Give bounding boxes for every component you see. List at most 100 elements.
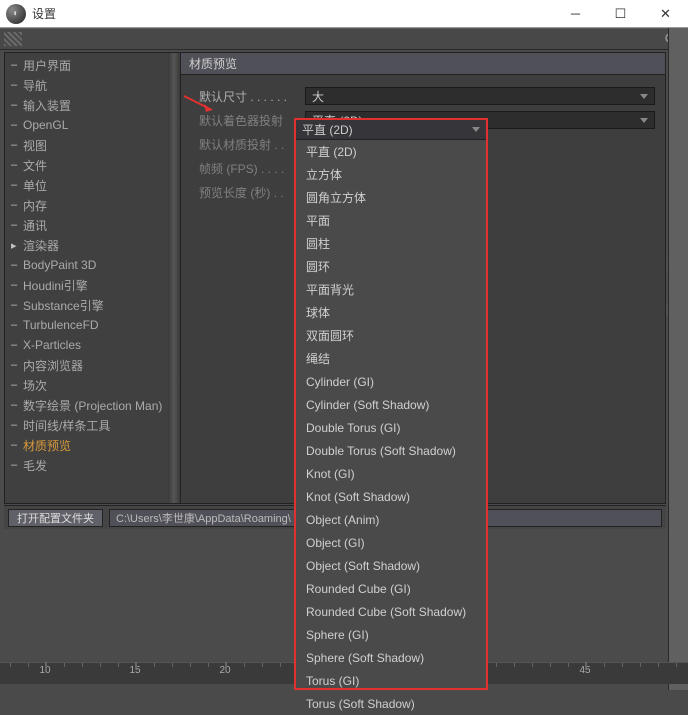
label-material-projection: 默认材质投射 . . xyxy=(199,136,305,153)
ruler-minor-tick xyxy=(28,663,29,667)
ruler-minor-tick xyxy=(568,663,569,667)
dropdown-option-4[interactable]: 圆柱 xyxy=(296,232,486,255)
tree-dash-icon: – xyxy=(11,379,23,391)
dropdown-option-2[interactable]: 圆角立方体 xyxy=(296,186,486,209)
ruler-minor-tick xyxy=(640,663,641,667)
sidebar-item-label: 通讯 xyxy=(23,217,47,234)
sidebar-item-label: Houdini引擎 xyxy=(23,277,88,294)
dropdown-option-9[interactable]: 绳结 xyxy=(296,347,486,370)
dropdown-option-20[interactable]: Rounded Cube (Soft Shadow) xyxy=(296,600,486,623)
sidebar-item-label: 文件 xyxy=(23,157,47,174)
dropdown-option-14[interactable]: Knot (GI) xyxy=(296,462,486,485)
expand-icon: ▸ xyxy=(11,239,23,252)
sidebar-item-15[interactable]: –内容浏览器 xyxy=(5,355,168,375)
dropdown-option-22[interactable]: Sphere (Soft Shadow) xyxy=(296,646,486,669)
tree-dash-icon: – xyxy=(11,279,23,291)
ruler-minor-tick xyxy=(82,663,83,667)
ruler-minor-tick xyxy=(622,663,623,667)
tree-dash-icon: – xyxy=(11,359,23,371)
dropdown-option-11[interactable]: Cylinder (Soft Shadow) xyxy=(296,393,486,416)
sidebar-item-0[interactable]: –用户界面 xyxy=(5,55,168,75)
dropdown-option-18[interactable]: Object (Soft Shadow) xyxy=(296,554,486,577)
field-default-size: 默认尺寸 . . . . . . 大 xyxy=(199,85,655,107)
dropdown-option-17[interactable]: Object (GI) xyxy=(296,531,486,554)
sidebar-item-8[interactable]: –通讯 xyxy=(5,215,168,235)
tree-dash-icon: – xyxy=(11,99,23,111)
dropdown-option-13[interactable]: Double Torus (Soft Shadow) xyxy=(296,439,486,462)
dropdown-option-3[interactable]: 平面 xyxy=(296,209,486,232)
ruler-tick: 15 xyxy=(129,665,140,676)
dropdown-option-23[interactable]: Torus (GI) xyxy=(296,669,486,692)
ruler-minor-tick xyxy=(550,663,551,667)
input-default-size[interactable]: 大 xyxy=(305,87,655,105)
dropdown-option-7[interactable]: 球体 xyxy=(296,301,486,324)
ruler-tick: 10 xyxy=(39,665,50,676)
sidebar-item-17[interactable]: –数字绘景 (Projection Man) xyxy=(5,395,168,415)
dropdown-selected[interactable]: 平直 (2D) xyxy=(296,120,486,140)
dropdown-option-10[interactable]: Cylinder (GI) xyxy=(296,370,486,393)
sidebar-item-label: 材质预览 xyxy=(23,437,71,454)
sidebar-item-2[interactable]: –输入装置 xyxy=(5,95,168,115)
sidebar-item-9[interactable]: ▸渲染器 xyxy=(5,235,168,255)
sidebar-item-3[interactable]: –OpenGL xyxy=(5,115,168,135)
chevron-down-icon xyxy=(472,127,480,132)
sidebar-item-6[interactable]: –单位 xyxy=(5,175,168,195)
sidebar-item-18[interactable]: –时间线/样条工具 xyxy=(5,415,168,435)
ruler-minor-tick xyxy=(604,663,605,667)
sidebar-item-label: BodyPaint 3D xyxy=(23,258,96,272)
dropdown-option-8[interactable]: 双面圆环 xyxy=(296,324,486,347)
dropdown-option-0[interactable]: 平直 (2D) xyxy=(296,140,486,163)
sidebar-item-12[interactable]: –Substance引擎 xyxy=(5,295,168,315)
minimize-button[interactable]: ─ xyxy=(553,0,598,28)
sidebar-item-label: 内容浏览器 xyxy=(23,357,83,374)
sidebar-item-label: OpenGL xyxy=(23,118,68,132)
tree-dash-icon: – xyxy=(11,219,23,231)
tree-dash-icon: – xyxy=(11,439,23,451)
open-config-folder-button[interactable]: 打开配置文件夹 xyxy=(8,509,103,527)
dropdown-panel: 平直 (2D) 平直 (2D)立方体圆角立方体平面圆柱圆环平面背光球体双面圆环绳… xyxy=(294,118,488,690)
label-preview-length: 预览长度 (秒) . . xyxy=(199,184,305,201)
sidebar-item-label: 渲染器 xyxy=(23,237,59,254)
ruler-minor-tick xyxy=(262,663,263,667)
maximize-button[interactable]: ☐ xyxy=(598,0,643,28)
dropdown-option-19[interactable]: Rounded Cube (GI) xyxy=(296,577,486,600)
sidebar-item-10[interactable]: –BodyPaint 3D xyxy=(5,255,168,275)
ruler-minor-tick xyxy=(10,663,11,667)
tree-dash-icon: – xyxy=(11,459,23,471)
sidebar-item-label: 单位 xyxy=(23,177,47,194)
tree-dash-icon: – xyxy=(11,399,23,411)
dropdown-option-5[interactable]: 圆环 xyxy=(296,255,486,278)
ruler-minor-tick xyxy=(280,663,281,667)
sidebar-item-7[interactable]: –内存 xyxy=(5,195,168,215)
dropdown-option-21[interactable]: Sphere (GI) xyxy=(296,623,486,646)
sidebar-item-11[interactable]: –Houdini引擎 xyxy=(5,275,168,295)
close-button[interactable]: ✕ xyxy=(643,0,688,28)
tree-dash-icon: – xyxy=(11,319,23,331)
dropdown-option-24[interactable]: Torus (Soft Shadow) xyxy=(296,692,486,715)
sidebar-item-4[interactable]: –视图 xyxy=(5,135,168,155)
ruler-minor-tick xyxy=(118,663,119,667)
dropdown-option-12[interactable]: Double Torus (GI) xyxy=(296,416,486,439)
sidebar-item-19[interactable]: –材质预览 xyxy=(5,435,168,455)
sidebar-scrollbar[interactable] xyxy=(168,53,180,503)
sidebar-item-14[interactable]: –X-Particles xyxy=(5,335,168,355)
sidebar-item-label: 视图 xyxy=(23,137,47,154)
sidebar-item-20[interactable]: –毛发 xyxy=(5,455,168,475)
dropdown-option-16[interactable]: Object (Anim) xyxy=(296,508,486,531)
ruler-minor-tick xyxy=(100,663,101,667)
ruler-minor-tick xyxy=(190,663,191,667)
tree-dash-icon: – xyxy=(11,119,23,131)
dropdown-option-15[interactable]: Knot (Soft Shadow) xyxy=(296,485,486,508)
sidebar-item-13[interactable]: –TurbulenceFD xyxy=(5,315,168,335)
ruler-minor-tick xyxy=(46,663,47,667)
dropdown-option-6[interactable]: 平面背光 xyxy=(296,278,486,301)
value-default-size: 大 xyxy=(312,88,324,105)
sidebar-item-label: Substance引擎 xyxy=(23,297,104,314)
sidebar-item-5[interactable]: –文件 xyxy=(5,155,168,175)
sidebar-item-1[interactable]: –导航 xyxy=(5,75,168,95)
ruler-minor-tick xyxy=(496,663,497,667)
tree-dash-icon: – xyxy=(11,139,23,151)
sidebar-item-16[interactable]: –场次 xyxy=(5,375,168,395)
dropdown-option-1[interactable]: 立方体 xyxy=(296,163,486,186)
ruler-minor-tick xyxy=(226,663,227,667)
